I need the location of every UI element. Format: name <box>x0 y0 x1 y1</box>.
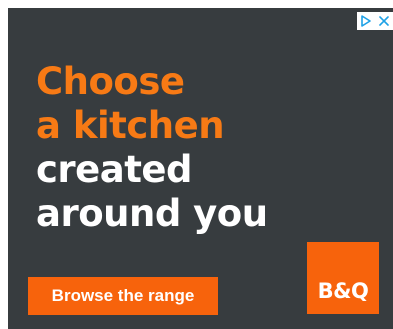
headline-line-1: Choose <box>36 60 185 103</box>
headline-line-4: around you <box>36 192 268 235</box>
adchoices-badge[interactable] <box>357 12 393 30</box>
close-icon[interactable] <box>378 15 390 27</box>
headline-line-2: a kitchen <box>36 104 225 147</box>
ad-headline: Choose a kitchen created around you <box>36 60 268 236</box>
adchoices-play-icon[interactable] <box>360 15 372 27</box>
browse-range-button[interactable]: Browse the range <box>28 277 218 315</box>
bq-logo-text: B&Q <box>317 279 369 303</box>
bq-logo[interactable]: B&Q <box>307 242 379 314</box>
kitchen-ad-banner[interactable]: Choose a kitchen created around you Brow… <box>8 8 393 329</box>
headline-line-3: created <box>36 148 193 191</box>
